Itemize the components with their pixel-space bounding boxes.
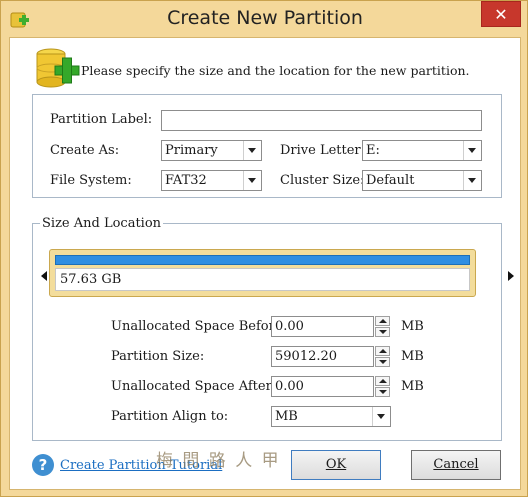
unallocated-after-input[interactable]: 0.00 — [271, 376, 374, 397]
chevron-down-icon[interactable] — [463, 171, 481, 190]
dialog-content: Please specify the size and the location… — [9, 37, 521, 490]
file-system-value: FAT32 — [165, 173, 207, 188]
partition-size-input[interactable]: 59012.20 — [271, 346, 374, 367]
unallocated-before-input[interactable]: 0.00 — [271, 316, 374, 337]
left-resize-handle-icon[interactable] — [41, 271, 47, 281]
unallocated-after-caption: Unallocated Space After: — [111, 379, 277, 394]
title-bar[interactable]: Create New Partition ✕ — [1, 1, 528, 37]
partition-add-icon — [36, 48, 80, 88]
drive-letter-select[interactable]: E: — [362, 140, 482, 161]
disk-label-box: 57.63 GB — [55, 268, 470, 291]
spin-up-icon[interactable] — [375, 346, 390, 356]
spin-down-icon[interactable] — [375, 327, 390, 337]
partition-label-caption: Partition Label: — [50, 112, 153, 127]
partition-size-spinner[interactable]: 59012.20 — [271, 346, 391, 367]
partition-settings-group: Partition Label: Create As: Primary Driv… — [32, 94, 502, 198]
spin-down-icon[interactable] — [375, 357, 390, 367]
file-system-select[interactable]: FAT32 — [161, 170, 262, 191]
unallocated-after-spinner[interactable]: 0.00 — [271, 376, 391, 397]
size-location-group: Size And Location 57.63 GB Unallocated S… — [32, 216, 514, 441]
spin-up-icon[interactable] — [375, 376, 390, 386]
watermark-text: 梅 問 路 人 甲 — [156, 451, 281, 471]
ok-button[interactable]: OK — [291, 450, 381, 480]
cluster-size-select[interactable]: Default — [362, 170, 482, 191]
file-system-caption: File System: — [50, 173, 132, 188]
unallocated-after-unit: MB — [401, 379, 424, 394]
align-to-caption: Partition Align to: — [111, 409, 229, 424]
close-button[interactable]: ✕ — [481, 1, 521, 27]
disk-size-label: 57.63 GB — [60, 272, 122, 287]
spin-down-icon[interactable] — [375, 387, 390, 397]
partition-label-input[interactable] — [161, 110, 482, 131]
drive-letter-caption: Drive Letter: — [280, 143, 366, 158]
spin-up-icon[interactable] — [375, 316, 390, 326]
size-location-title: Size And Location — [40, 216, 164, 231]
create-as-value: Primary — [165, 143, 218, 158]
create-as-select[interactable]: Primary — [161, 140, 262, 161]
partition-size-caption: Partition Size: — [111, 349, 205, 364]
chevron-down-icon[interactable] — [463, 141, 481, 160]
help-icon[interactable]: ? — [32, 454, 54, 476]
chevron-down-icon[interactable] — [243, 141, 261, 160]
cancel-label: Cancel — [433, 457, 479, 472]
align-to-select[interactable]: MB — [271, 406, 391, 427]
unallocated-before-caption: Unallocated Space Before: — [111, 319, 287, 334]
unallocated-before-unit: MB — [401, 319, 424, 334]
ok-label: OK — [325, 457, 347, 472]
cancel-button[interactable]: Cancel — [411, 450, 501, 480]
right-resize-handle-icon[interactable] — [508, 271, 514, 281]
cluster-size-value: Default — [366, 173, 415, 188]
disk-map[interactable]: 57.63 GB — [49, 249, 476, 297]
chevron-down-icon[interactable] — [243, 171, 261, 190]
window-title: Create New Partition — [167, 7, 363, 29]
drive-letter-value: E: — [366, 143, 380, 158]
dialog-window: Create New Partition ✕ Please specify th… — [0, 0, 528, 497]
unallocated-before-spinner[interactable]: 0.00 — [271, 316, 391, 337]
partition-size-bar[interactable] — [55, 255, 470, 265]
cluster-size-caption: Cluster Size: — [280, 173, 365, 188]
create-as-caption: Create As: — [50, 143, 120, 158]
partition-size-unit: MB — [401, 349, 424, 364]
header-description: Please specify the size and the location… — [81, 63, 470, 78]
chevron-down-icon[interactable] — [372, 407, 390, 426]
align-to-value: MB — [275, 409, 298, 424]
